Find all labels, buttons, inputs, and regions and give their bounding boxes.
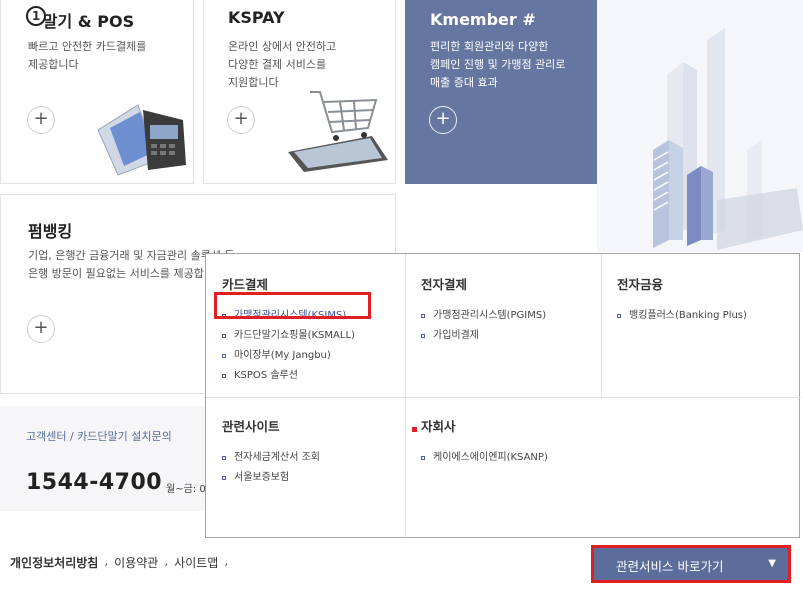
customer-center-label: 고객센터 / 카드단말기 설치문의 xyxy=(26,430,172,443)
menu-item-join-fee-payment[interactable]: 가입비결제 xyxy=(421,326,546,346)
bullet-icon xyxy=(421,334,425,338)
card-desc-line: 제공합니다 xyxy=(28,58,79,71)
menu-item-label: 케이에스에이엔피(KSANP) xyxy=(433,452,548,463)
bullet-icon xyxy=(421,456,425,460)
footer-separator: , xyxy=(164,554,169,568)
menu-item-ksmall[interactable]: 카드단말기쇼핑몰(KSMALL) xyxy=(222,326,355,346)
menu-item-banking-plus[interactable]: 뱅킹플러스(Banking Plus) xyxy=(617,306,747,326)
card-terminal-pos-more-button[interactable]: + xyxy=(27,106,55,134)
section-card-payment: 카드결제 가맹점관리시스템(KSIMS) 카드단말기쇼핑몰(KSMALL) 마이… xyxy=(222,274,355,386)
footer-link-sitemap[interactable]: 사이트맵 xyxy=(174,554,218,571)
menu-item-label: 카드단말기쇼핑몰(KSMALL) xyxy=(234,330,355,341)
footer-link-terms[interactable]: 이용약관 xyxy=(114,554,158,571)
card-desc-line: 매출 증대 효과 xyxy=(430,76,498,89)
card-desc-line: 편리한 회원관리와 다양한 xyxy=(430,40,549,53)
related-services-dropdown: 카드결제 가맹점관리시스템(KSIMS) 카드단말기쇼핑몰(KSMALL) 마이… xyxy=(205,253,801,539)
bullet-icon xyxy=(222,374,226,378)
card-title-kmember: Kmember # xyxy=(430,10,536,29)
dropdown-divider xyxy=(601,254,602,397)
card-desc-line: 지원합니다 xyxy=(228,76,279,89)
bullet-icon xyxy=(617,314,621,318)
section-subsidiary: 자회사 케이에스에이엔피(KSANP) xyxy=(421,416,548,468)
card-kspay-more-button[interactable]: + xyxy=(227,106,255,134)
section-title: 전자금융 xyxy=(617,277,664,292)
card-firm-banking-more-button[interactable]: + xyxy=(27,315,55,343)
bullet-icon xyxy=(222,456,226,460)
footer-link-privacy[interactable]: 개인정보처리방침 xyxy=(10,554,98,571)
menu-item-label: 서울보증보험 xyxy=(234,472,290,483)
red-marker-icon xyxy=(412,427,417,432)
footer-links: 개인정보처리방침 , 이용약관 , 사이트맵 , xyxy=(10,554,228,571)
menu-item-label: 뱅킹플러스(Banking Plus) xyxy=(629,310,747,321)
shopping-cart-tablet-illustration xyxy=(288,91,388,172)
card-title-firm-banking: 펌뱅킹 xyxy=(28,222,73,241)
related-services-button[interactable]: 관련서비스 바로가기 ▼ xyxy=(591,545,791,583)
menu-item-label: 마이장부(My Jangbu) xyxy=(234,350,331,361)
card-desc-line: 기업, 은행간 금융거래 및 자금관리 솔루션 등 xyxy=(28,249,235,262)
customer-center-panel xyxy=(0,406,210,511)
card-desc-line: 은행 방문이 필요없는 서비스를 제공합니다 xyxy=(28,267,225,280)
card-desc-line: 캠페인 진행 및 가맹점 관리로 xyxy=(430,58,566,71)
card-kmember-more-button[interactable]: + xyxy=(429,106,457,134)
menu-item-kspos[interactable]: KSPOS 솔루션 xyxy=(222,366,355,386)
section-title: 카드결제 xyxy=(222,277,269,292)
customer-center-hours: 월~금: 0 xyxy=(166,484,206,495)
card-title-kspay: KSPAY xyxy=(228,8,285,27)
bullet-icon xyxy=(222,476,226,480)
menu-item-ksanp[interactable]: 케이에스에이엔피(KSANP) xyxy=(421,448,548,468)
card-desc-line: 온라인 상에서 안전하고 xyxy=(228,40,337,53)
section-title: 관련사이트 xyxy=(222,419,280,434)
menu-item-label: 가입비결제 xyxy=(433,330,479,341)
section-e-finance: 전자금융 뱅킹플러스(Banking Plus) xyxy=(617,274,747,326)
footer-separator: , xyxy=(104,554,109,568)
menu-item-seoul-guarantee[interactable]: 서울보증보험 xyxy=(222,468,320,488)
customer-center-phone: 1544-4700 xyxy=(26,470,163,495)
bullet-icon xyxy=(222,354,226,358)
card-terminal-illustration xyxy=(97,104,186,176)
highlight-ksims xyxy=(214,292,371,319)
menu-item-my-jangbu[interactable]: 마이장부(My Jangbu) xyxy=(222,346,355,366)
menu-item-e-tax-invoice[interactable]: 전자세금계산서 조회 xyxy=(222,448,320,468)
number-one-icon: 1 xyxy=(26,6,46,26)
triangle-down-icon: ▼ xyxy=(768,558,776,569)
menu-item-label: 전자세금계산서 조회 xyxy=(234,452,320,463)
section-title: 자회사 xyxy=(421,419,456,434)
menu-item-pgims[interactable]: 가맹점관리시스템(PGIMS) xyxy=(421,306,546,326)
section-related-sites: 관련사이트 전자세금계산서 조회 서울보증보험 xyxy=(222,416,320,488)
section-title: 전자결제 xyxy=(421,277,468,292)
card-desc-line: 빠르고 안전한 카드결제를 xyxy=(28,40,147,53)
footer-separator: , xyxy=(224,554,229,568)
section-e-payment: 전자결제 가맹점관리시스템(PGIMS) 가입비결제 xyxy=(421,274,546,346)
city-bars-illustration xyxy=(597,0,803,252)
menu-item-label: KSPOS 솔루션 xyxy=(234,370,298,381)
related-services-button-label: 관련서비스 바로가기 xyxy=(616,559,724,574)
bullet-icon xyxy=(222,334,226,338)
bullet-icon xyxy=(421,314,425,318)
menu-item-label: 가맹점관리시스템(PGIMS) xyxy=(433,310,547,321)
dropdown-divider xyxy=(206,397,801,398)
